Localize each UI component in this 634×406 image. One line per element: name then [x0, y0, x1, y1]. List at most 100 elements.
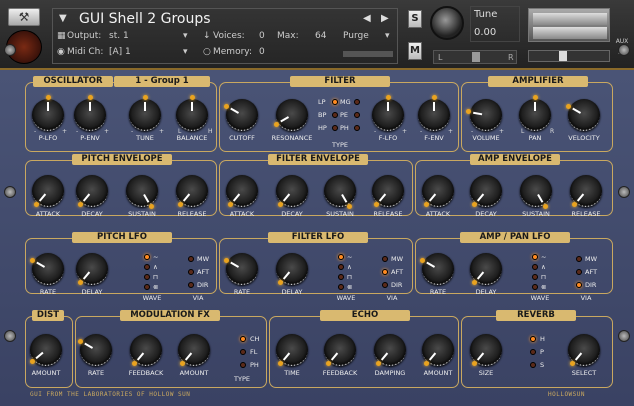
amp-lfo-wave-led[interactable] — [532, 284, 538, 290]
oscillator-title: OSCILLATOR — [33, 76, 113, 87]
volume-handle[interactable] — [559, 51, 567, 61]
filter-pe-led[interactable] — [354, 112, 360, 118]
pitch-lfo-via-mw-led[interactable] — [188, 256, 194, 262]
solo-button[interactable]: S — [408, 10, 422, 28]
amp-lfo-wave-led[interactable] — [532, 254, 538, 260]
output-dropdown-icon[interactable]: ▾ — [183, 31, 188, 41]
fx-ph-led[interactable] — [240, 362, 246, 368]
instrument-menu-arrow-icon[interactable]: ▼ — [59, 13, 67, 24]
cutoff-indicator — [223, 103, 229, 109]
next-instrument-icon[interactable]: ▶ — [381, 13, 389, 24]
fx-fl-led[interactable] — [240, 349, 246, 355]
range-mark: L — [178, 128, 182, 135]
tune-knob[interactable] — [430, 6, 464, 40]
range-mark: + — [104, 128, 110, 135]
balance-knob[interactable] — [176, 99, 208, 131]
amp-lfo-wave-icon: ~ — [541, 253, 547, 261]
filter-ph-led[interactable] — [354, 125, 360, 131]
pan-knob[interactable] — [519, 99, 551, 131]
p-env-knob[interactable] — [74, 99, 106, 131]
balance-indicator — [189, 94, 195, 100]
p-env-label: P-ENV — [80, 134, 100, 142]
midi-select[interactable]: [A] 1 — [109, 47, 131, 57]
filter-env-sustain-knob[interactable] — [324, 175, 356, 207]
pan-left-label: L — [438, 53, 443, 62]
resonance-knob[interactable] — [276, 99, 308, 131]
filter-mg-label: MG — [340, 98, 351, 106]
purge-dropdown-icon[interactable]: ▾ — [385, 31, 390, 41]
range-mark: - — [374, 128, 377, 135]
amp-lfo-via-aft-led[interactable] — [576, 269, 582, 275]
filter-lfo-wave-icon: ⋐ — [347, 283, 353, 291]
pitch-lfo-via-dir-led[interactable] — [188, 282, 194, 288]
pitch-lfo-rate-knob[interactable] — [32, 253, 64, 285]
f-env-knob[interactable] — [418, 99, 450, 131]
volume-slider[interactable] — [528, 50, 610, 62]
filter-lfo-via-dir-led[interactable] — [382, 282, 388, 288]
pitch-lfo-wave-led[interactable] — [144, 254, 150, 260]
memory-label: Memory: — [213, 47, 252, 57]
max-voices-value[interactable]: 64 — [315, 31, 326, 41]
amp-lfo-wave-led[interactable] — [532, 264, 538, 270]
amp-lfo-wave-led[interactable] — [532, 274, 538, 280]
pan-slider[interactable]: L R — [433, 50, 517, 64]
filter-lfo-wave-led[interactable] — [338, 264, 344, 270]
midi-dropdown-icon[interactable]: ▾ — [183, 47, 188, 57]
amp-lfo-rate-indicator — [419, 257, 425, 263]
reverb-p-led[interactable] — [530, 349, 536, 355]
pitch-lfo-wave-led[interactable] — [144, 274, 150, 280]
reverb-s-led[interactable] — [530, 362, 536, 368]
mute-button[interactable]: M — [408, 42, 422, 60]
pitch-env-sustain-knob[interactable] — [126, 175, 158, 207]
dist-title: DIST — [32, 310, 64, 321]
amp-env-sustain-knob[interactable] — [520, 175, 552, 207]
filter-lfo-via-label: VIA — [386, 294, 398, 302]
volume-knob[interactable] — [470, 99, 502, 131]
filter-lfo-wave-led[interactable] — [338, 254, 344, 260]
dist-amount-knob[interactable] — [30, 334, 62, 366]
footer-brand: HOLLOWSUN — [548, 391, 586, 398]
f-lfo-knob[interactable] — [372, 99, 404, 131]
reverb-size-label: SIZE — [478, 369, 494, 377]
memory-icon: ○ — [203, 47, 211, 57]
filter-lfo-wave-icon: ∧ — [347, 263, 352, 271]
filter-lfo-via-dir-label: DIR — [391, 281, 403, 289]
filter-lp-led[interactable] — [332, 99, 338, 105]
fx-ch-led[interactable] — [240, 336, 246, 342]
tune-knob[interactable] — [129, 99, 161, 131]
pan-handle[interactable] — [472, 52, 480, 62]
amp-lfo-via-mw-led[interactable] — [576, 256, 582, 262]
reverb-h-led[interactable] — [530, 336, 536, 342]
cutoff-knob[interactable] — [226, 99, 258, 131]
pitch-lfo-wave-led[interactable] — [144, 264, 150, 270]
filter-pe-label: PE — [340, 111, 349, 119]
pitch-lfo-wave-led[interactable] — [144, 284, 150, 290]
amp-lfo-rate-knob[interactable] — [422, 253, 454, 285]
filter-lfo-wave-led[interactable] — [338, 284, 344, 290]
p-lfo-knob[interactable] — [32, 99, 64, 131]
velocity-knob[interactable] — [568, 99, 600, 131]
filter-lfo-rate-knob[interactable] — [226, 253, 258, 285]
filter-bp-led[interactable] — [332, 112, 338, 118]
output-select[interactable]: st. 1 — [109, 31, 189, 41]
screw-icon — [618, 44, 630, 56]
pitch-lfo-wave-icon: ⊓ — [153, 273, 159, 281]
wrench-icon[interactable]: ⚒ — [8, 8, 40, 26]
filter-mg-led[interactable] — [354, 99, 360, 105]
pitch-lfo-via-label: VIA — [192, 294, 204, 302]
pitch-lfo-via-aft-led[interactable] — [188, 269, 194, 275]
instrument-name[interactable]: GUI Shell 2 Groups — [79, 11, 211, 27]
pitch-lfo-rate-indicator — [29, 257, 35, 263]
tune-value[interactable]: 0.00 — [474, 27, 496, 38]
fx-type-label: TYPE — [234, 375, 250, 383]
filter-lfo-wave-led[interactable] — [338, 274, 344, 280]
mod-fx-rate-knob[interactable] — [80, 334, 112, 366]
filter-lfo-via-mw-led[interactable] — [382, 256, 388, 262]
range-mark: R — [550, 128, 555, 135]
purge-button[interactable]: Purge — [343, 31, 369, 41]
filter-hp-led[interactable] — [332, 125, 338, 131]
amp-lfo-via-dir-led[interactable] — [576, 282, 582, 288]
amp-lfo-via-aft-label: AFT — [585, 268, 598, 276]
filter-lfo-via-aft-led[interactable] — [382, 269, 388, 275]
prev-instrument-icon[interactable]: ◀ — [363, 13, 371, 24]
